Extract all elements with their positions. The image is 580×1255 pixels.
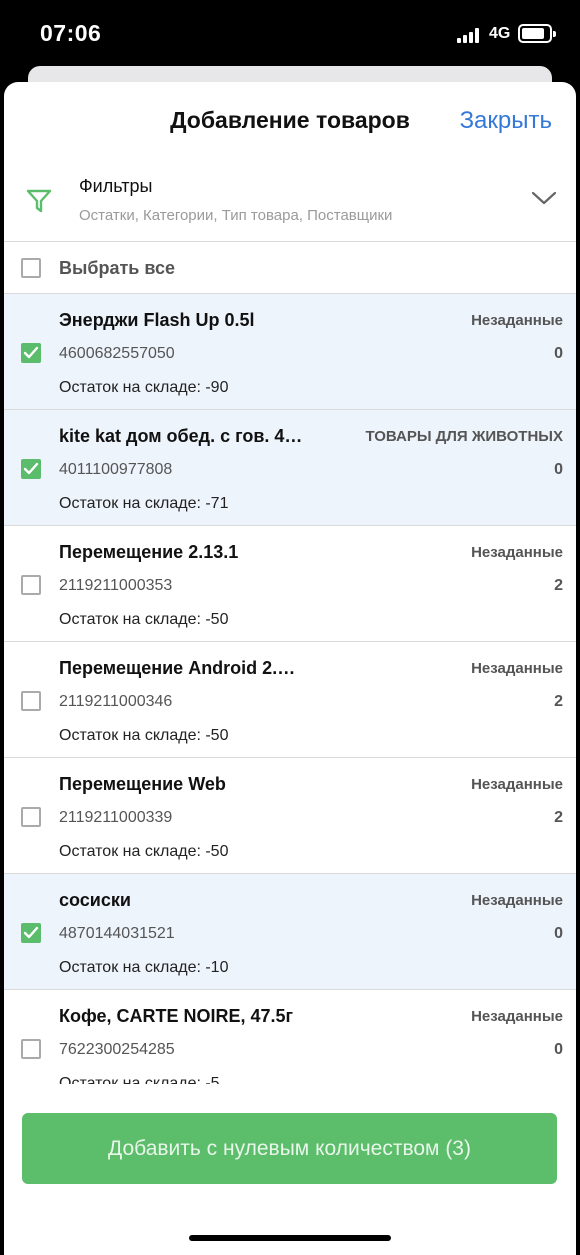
product-stock: Остаток на складе: -50 — [59, 611, 229, 628]
home-indicator — [189, 1235, 391, 1241]
filters-label: Фильтры — [79, 176, 153, 196]
product-checkbox[interactable] — [21, 807, 41, 827]
product-row[interactable]: Энерджи Flash Up 0.5l Незаданные 4600682… — [4, 294, 576, 410]
product-name: Энерджи Flash Up 0.5l — [59, 310, 255, 330]
product-stock: Остаток на складе: -5 — [59, 1075, 220, 1084]
product-row[interactable]: сосиски Незаданные 4870144031521 0 Остат… — [4, 874, 576, 990]
product-quantity: 0 — [554, 1041, 563, 1058]
product-stock: Остаток на складе: -50 — [59, 727, 229, 744]
product-row[interactable]: Перемещение Web Незаданные 2119211000339… — [4, 758, 576, 874]
add-with-zero-quantity-button[interactable]: Добавить с нулевым количеством (3) — [22, 1113, 557, 1184]
product-category: ТОВАРЫ ДЛЯ ЖИВОТНЫХ — [365, 428, 563, 445]
product-category: Незаданные — [471, 776, 563, 793]
product-barcode: 4870144031521 — [59, 925, 175, 942]
product-quantity: 2 — [554, 693, 563, 710]
product-name: Перемещение Web — [59, 774, 226, 794]
battery-icon — [518, 24, 556, 43]
select-all-checkbox[interactable] — [21, 258, 41, 278]
product-quantity: 0 — [554, 925, 563, 942]
chevron-down-icon[interactable] — [530, 188, 558, 208]
product-barcode: 4600682557050 — [59, 345, 175, 362]
product-quantity: 2 — [554, 809, 563, 826]
product-barcode: 4011100977808 — [59, 461, 173, 478]
product-checkbox[interactable] — [21, 343, 41, 363]
product-category: Незаданные — [471, 892, 563, 909]
product-barcode: 2119211000353 — [59, 577, 173, 594]
product-name: Перемещение Android 2.… — [59, 658, 296, 678]
product-quantity: 2 — [554, 577, 563, 594]
status-bar: 07:06 4G — [0, 0, 580, 70]
product-name: Кофе, CARTE NOIRE, 47.5г — [59, 1006, 294, 1026]
status-time: 07:06 — [40, 20, 102, 46]
product-quantity: 0 — [554, 345, 563, 362]
product-category: Незаданные — [471, 1008, 563, 1025]
product-checkbox[interactable] — [21, 923, 41, 943]
product-barcode: 2119211000346 — [59, 693, 173, 710]
product-row[interactable]: Кофе, CARTE NOIRE, 47.5г Незаданные 7622… — [4, 990, 576, 1084]
product-category: Незаданные — [471, 312, 563, 329]
product-barcode: 2119211000339 — [59, 809, 173, 826]
filters-panel[interactable]: Фильтры Остатки, Категории, Тип товара, … — [4, 162, 576, 242]
product-name: Перемещение 2.13.1 — [59, 542, 239, 562]
product-checkbox[interactable] — [21, 575, 41, 595]
select-all-label: Выбрать все — [59, 258, 176, 278]
product-checkbox[interactable] — [21, 691, 41, 711]
product-barcode: 7622300254285 — [59, 1041, 175, 1058]
add-products-sheet: Добавление товаров Закрыть Фильтры Остат… — [4, 82, 576, 1255]
product-list[interactable]: Энерджи Flash Up 0.5l Незаданные 4600682… — [4, 294, 576, 1084]
product-row[interactable]: kite kat дом обед. с гов. 4… ТОВАРЫ ДЛЯ … — [4, 410, 576, 526]
product-stock: Остаток на складе: -50 — [59, 843, 229, 860]
product-category: Незаданные — [471, 660, 563, 677]
product-row[interactable]: Перемещение Android 2.… Незаданные 21192… — [4, 642, 576, 758]
close-button[interactable]: Закрыть — [460, 107, 552, 135]
product-name: kite kat дом обед. с гов. 4… — [59, 426, 303, 446]
signal-icon — [457, 27, 483, 43]
select-all-row[interactable]: Выбрать все — [4, 242, 576, 294]
product-name: сосиски — [59, 890, 131, 910]
product-quantity: 0 — [554, 461, 563, 478]
product-stock: Остаток на складе: -71 — [59, 495, 229, 512]
product-stock: Остаток на складе: -10 — [59, 959, 229, 976]
product-checkbox[interactable] — [21, 459, 41, 479]
product-stock: Остаток на складе: -90 — [59, 379, 229, 396]
filters-summary: Остатки, Категории, Тип товара, Поставщи… — [79, 207, 393, 224]
product-checkbox[interactable] — [21, 1039, 41, 1059]
network-type: 4G — [489, 25, 511, 42]
product-category: Незаданные — [471, 544, 563, 561]
filter-icon — [26, 189, 52, 213]
sheet-header: Добавление товаров Закрыть — [4, 82, 576, 162]
product-row[interactable]: Перемещение 2.13.1 Незаданные 2119211000… — [4, 526, 576, 642]
